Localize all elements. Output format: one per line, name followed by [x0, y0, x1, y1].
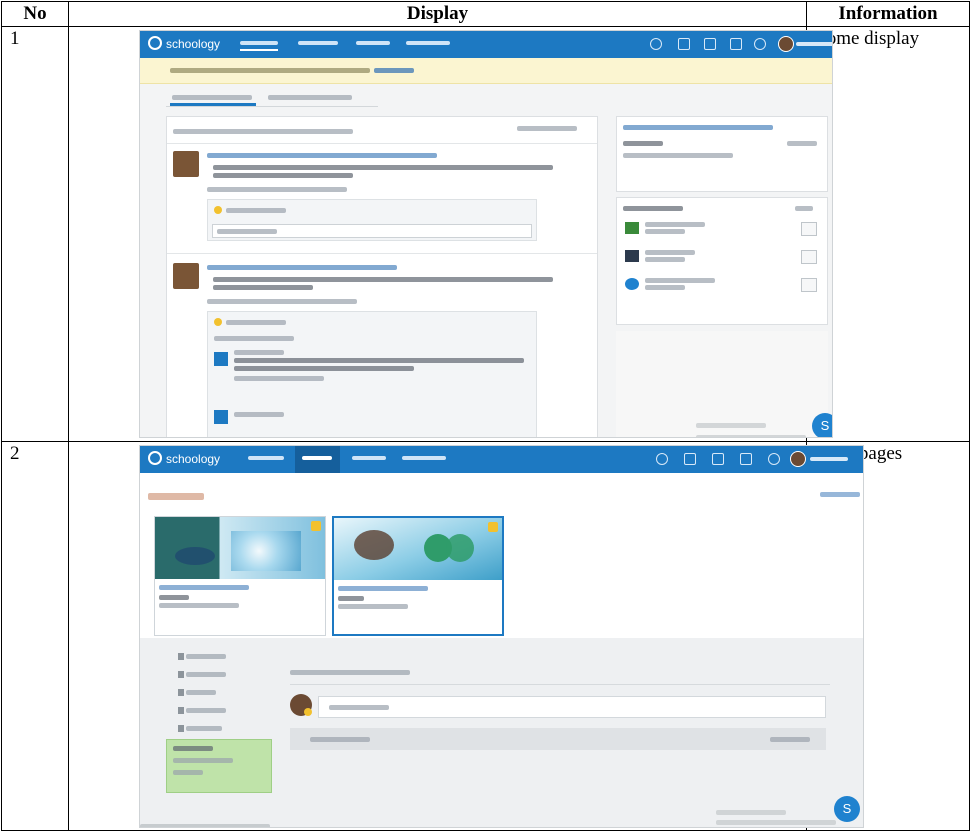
post-input [318, 696, 826, 718]
header-display: Display [68, 1, 807, 27]
avatar [790, 451, 806, 467]
nav-groups [352, 456, 386, 460]
join-icon [801, 250, 817, 264]
table-row: 1 schoology S Home display [1, 26, 970, 442]
join-icon [801, 278, 817, 292]
nav-groups [356, 41, 390, 45]
messages-icon [730, 38, 742, 50]
row-number: 2 [1, 441, 69, 831]
bell-icon [768, 453, 780, 465]
class-pages-screenshot: schoology S [139, 445, 864, 828]
fab-button: S [834, 796, 860, 822]
apps-icon [684, 453, 696, 465]
logo-icon [148, 36, 162, 50]
apps-icon [678, 38, 690, 50]
nav-resources [406, 41, 450, 45]
green-panel [166, 739, 272, 793]
logo-icon [148, 451, 162, 465]
post-avatar [173, 263, 199, 289]
course-card [332, 516, 504, 636]
fab-button: S [812, 413, 832, 437]
row-number: 1 [1, 26, 69, 442]
navbar: schoology [140, 31, 832, 58]
course-card [154, 516, 326, 636]
feed-panel [166, 116, 598, 437]
document-table: No Display Information 1 schoology S Hom… [1, 1, 970, 831]
table-row: 2 schoology S pages [1, 441, 970, 831]
header-no: No [1, 1, 69, 27]
sidebar-card-courses [616, 116, 828, 192]
header-information: Information [806, 1, 970, 27]
calendar-icon [712, 453, 724, 465]
group-thumb [625, 222, 639, 234]
display-cell: schoology S [68, 441, 864, 831]
home-display-screenshot: schoology S [139, 30, 833, 438]
avatar [778, 36, 794, 52]
nav-home [248, 456, 284, 460]
filter-bar [290, 728, 826, 750]
search-icon [656, 453, 668, 465]
brand-logo: schoology [148, 36, 220, 51]
nav-resources [402, 456, 446, 460]
brand-logo: schoology [148, 451, 220, 466]
nav-home [240, 41, 278, 51]
display-cell: schoology S [68, 26, 833, 442]
post-avatar [173, 151, 199, 177]
messages-icon [740, 453, 752, 465]
user-name [810, 457, 848, 461]
notice-bar [140, 58, 832, 84]
join-icon [801, 222, 817, 236]
user-name [796, 42, 832, 46]
brand-name: schoology [166, 37, 221, 51]
navbar: schoology [140, 446, 863, 473]
watermark-area [616, 331, 828, 437]
search-icon [650, 38, 662, 50]
brand-name: schoology [166, 452, 221, 466]
sidebar-card-groups [616, 197, 828, 325]
bell-icon [754, 38, 766, 50]
group-thumb [625, 278, 639, 290]
page-title [148, 493, 204, 500]
nav-courses [302, 456, 332, 460]
nav-courses [298, 41, 338, 45]
group-thumb [625, 250, 639, 262]
calendar-icon [704, 38, 716, 50]
